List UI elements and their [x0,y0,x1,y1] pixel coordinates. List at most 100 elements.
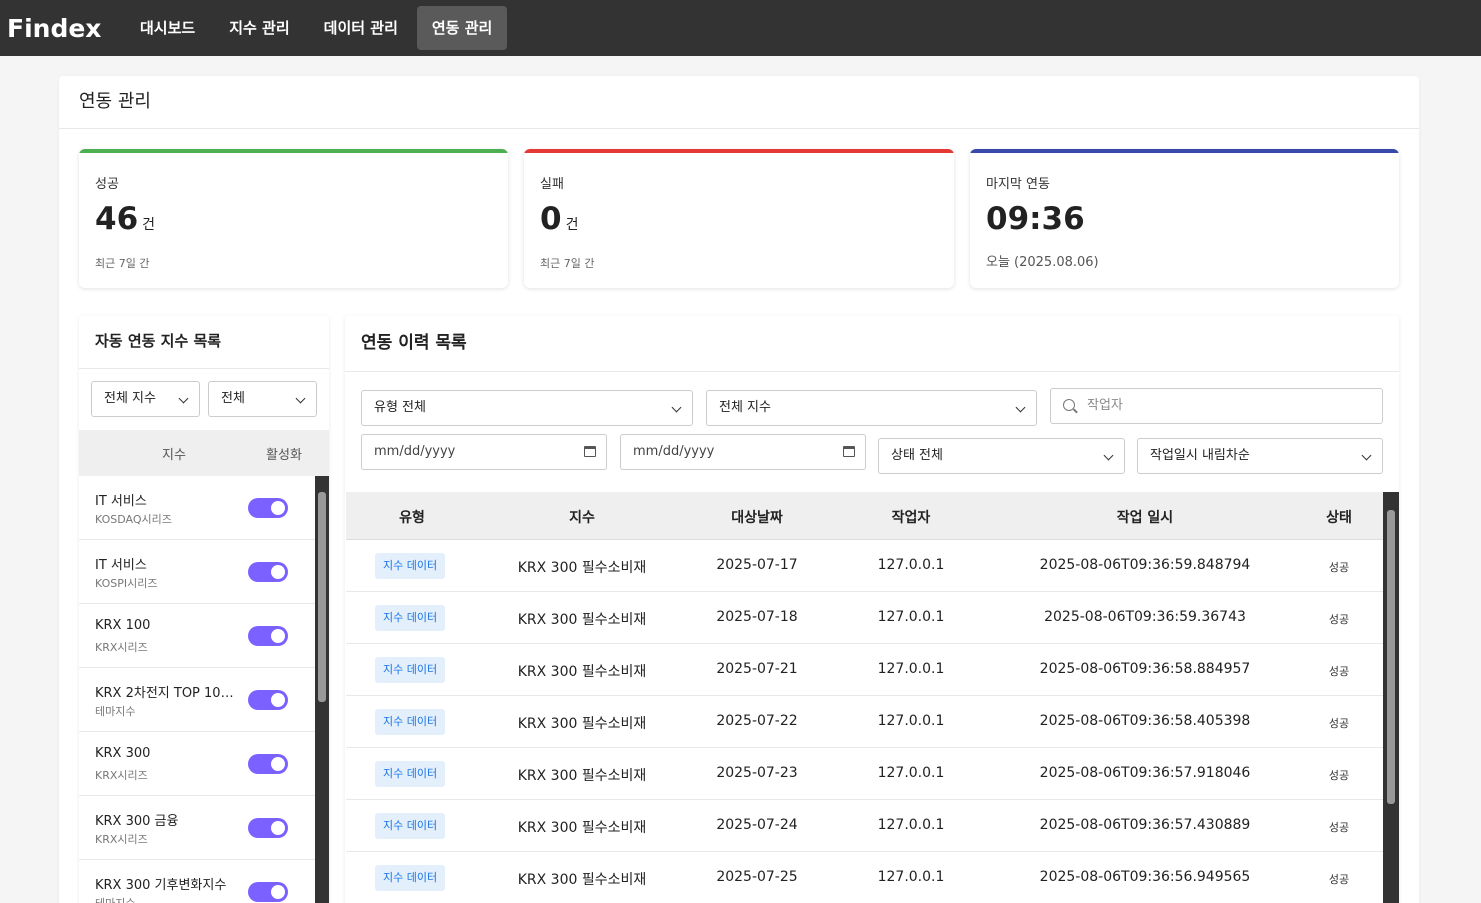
success-count: 46 건 [95,201,156,237]
active-toggle[interactable] [248,690,288,710]
table-row[interactable]: 지수 데이터 KRX 300 필수소비재 2025-07-21 127.0.0.… [346,644,1383,696]
list-item-category: KRX시리즈 [95,641,148,654]
list-item-category: 테마지수 [95,705,136,718]
col-worker[interactable]: 작업자 [861,507,961,527]
table-row[interactable]: 지수 데이터 KRX 300 필수소비재 2025-07-24 127.0.0.… [346,800,1383,852]
col-index[interactable]: 지수 [502,507,662,527]
list-scrollbar-thumb[interactable] [318,492,326,702]
calendar-icon[interactable] [584,446,596,457]
row-target-date: 2025-07-25 [716,869,798,885]
list-item-name: KRX 300 금융 [95,814,179,829]
toggle-knob [271,629,285,643]
list-item[interactable]: KRX 300 KRX시리즈 [79,732,315,796]
table-row[interactable]: 지수 데이터 KRX 300 필수소비재 2025-07-18 127.0.0.… [346,592,1383,644]
col-status[interactable]: 상태 [1299,507,1379,527]
status-filter-select[interactable]: 상태 전체 [878,438,1125,474]
type-badge: 지수 데이터 [375,813,446,839]
nav-sync-management[interactable]: 연동 관리 [416,6,508,50]
status-text: 성공 [1328,665,1350,678]
row-target-date: 2025-07-21 [716,661,798,677]
success-label: 성공 [95,177,119,192]
table-row[interactable]: 지수 데이터 KRX 300 필수소비재 2025-07-23 127.0.0.… [346,748,1383,800]
list-item-category: KRX시리즈 [95,833,148,846]
last-sync-label: 마지막 연동 [986,177,1050,192]
history-index-select[interactable]: 전체 지수 [706,390,1037,426]
date-to-input[interactable]: mm/dd/yyyy [620,434,866,470]
type-filter-select[interactable]: 유형 전체 [361,390,693,426]
status-text: 성공 [1328,561,1350,574]
type-filter-value: 유형 전체 [374,400,426,415]
col-active[interactable]: 활성화 [249,444,319,463]
list-item-name: IT 서비스 [95,494,147,509]
success-card: 성공 46 건 최근 7일 간 [79,149,508,288]
row-index: KRX 300 필수소비재 [517,768,647,784]
chevron-down-icon [1015,402,1026,413]
status-text: 성공 [1328,873,1350,886]
calendar-icon[interactable] [843,446,855,457]
state-filter-value: 전체 [221,391,245,406]
history-scrollbar[interactable] [1383,492,1399,903]
type-badge: 지수 데이터 [375,553,446,579]
index-filter-value: 전체 지수 [104,391,156,406]
worker-search-input[interactable]: 작업자 [1050,388,1383,424]
fail-card-bar [524,149,954,153]
table-row[interactable]: 지수 데이터 KRX 300 필수소비재 2025-07-17 127.0.0.… [346,540,1383,592]
row-target-date: 2025-07-17 [716,557,798,573]
last-sync-card: 마지막 연동 09:36 오늘 (2025.08.06) [970,149,1399,288]
row-index: KRX 300 필수소비재 [517,664,647,680]
sort-select[interactable]: 작업일시 내림차순 [1137,438,1383,474]
nav-index-management[interactable]: 지수 관리 [214,6,304,50]
type-badge: 지수 데이터 [375,657,446,683]
list-item[interactable]: KRX 300 금융 KRX시리즈 [79,796,315,860]
nav-data-management[interactable]: 데이터 관리 [309,6,413,50]
chevron-down-icon [295,393,306,404]
chevron-down-icon [1361,450,1372,461]
toggle-knob [271,565,285,579]
table-row[interactable]: 지수 데이터 KRX 300 필수소비재 2025-07-22 127.0.0.… [346,696,1383,748]
table-row[interactable]: 지수 데이터 KRX 300 필수소비재 2025-07-25 127.0.0.… [346,852,1383,903]
list-item-category: KOSDAQ시리즈 [95,513,172,526]
list-item[interactable]: KRX 100 KRX시리즈 [79,604,315,668]
toggle-knob [271,757,285,771]
toggle-knob [271,693,285,707]
row-work-time: 2025-08-06T09:36:58.405398 [1039,713,1251,729]
row-index: KRX 300 필수소비재 [517,560,647,576]
col-index[interactable]: 지수 [139,444,209,463]
last-sync-time: 09:36 [986,201,1085,237]
sync-history-title: 연동 이력 목록 [345,316,1399,372]
active-toggle[interactable] [248,818,288,838]
row-target-date: 2025-07-23 [716,765,798,781]
state-filter-select[interactable]: 전체 [208,381,317,417]
date-from-input[interactable]: mm/dd/yyyy [361,434,607,470]
list-item[interactable]: KRX 300 기후변화지수 테마지수 [79,860,315,903]
list-scrollbar[interactable] [315,476,329,903]
history-index-value: 전체 지수 [719,400,771,415]
active-toggle[interactable] [248,754,288,774]
row-index: KRX 300 필수소비재 [517,872,647,888]
main-panel: 연동 관리 성공 46 건 최근 7일 간 실패 0건 최근 7일 간 마지막 연… [59,76,1419,903]
col-work-time[interactable]: 작업 일시 [1025,507,1265,527]
toggle-knob [271,501,285,515]
nav-dashboard[interactable]: 대시보드 [125,6,210,50]
active-toggle[interactable] [248,882,288,902]
status-text: 성공 [1328,613,1350,626]
app-logo[interactable]: Findex [7,14,125,43]
toggle-knob [271,885,285,899]
row-index: KRX 300 필수소비재 [517,820,647,836]
col-type[interactable]: 유형 [362,507,462,527]
col-target-date[interactable]: 대상날짜 [697,507,817,527]
index-filter-select[interactable]: 전체 지수 [91,381,200,417]
status-filter-value: 상태 전체 [891,448,943,463]
active-toggle[interactable] [248,562,288,582]
list-item-category: 테마지수 [95,895,135,903]
list-item[interactable]: IT 서비스 KOSDAQ시리즈 [79,476,315,540]
success-card-bar [79,149,508,153]
active-toggle[interactable] [248,498,288,518]
chevron-down-icon [1103,450,1114,461]
list-item[interactable]: IT 서비스 KOSPI시리즈 [79,540,315,604]
date-to-placeholder: mm/dd/yyyy [633,444,715,459]
active-toggle[interactable] [248,626,288,646]
list-item[interactable]: KRX 2차전지 TOP 10 지수 테마지수 [79,668,315,732]
history-scrollbar-thumb[interactable] [1387,510,1395,804]
fail-count: 0건 [540,201,579,237]
